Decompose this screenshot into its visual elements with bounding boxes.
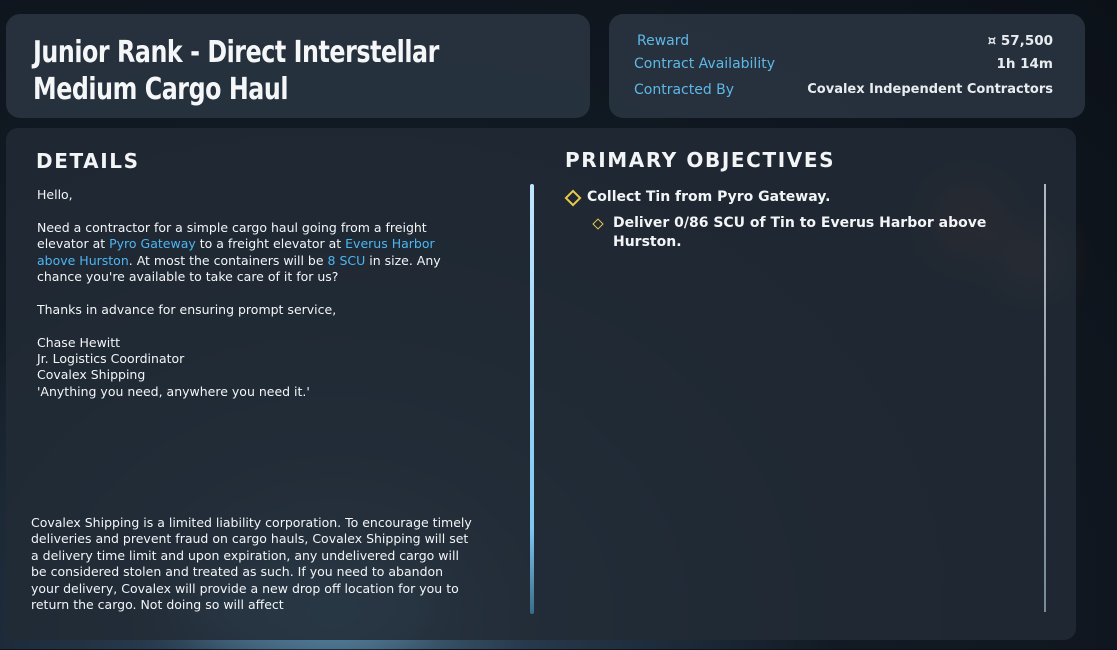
reward-label: Reward (637, 33, 690, 49)
thanks-text: Thanks in advance for ensuring prompt se… (37, 301, 337, 317)
greeting: Hello, (37, 187, 73, 202)
signature-company: Covalex Shipping (37, 367, 146, 383)
origin-link[interactable]: Pyro Gateway (109, 236, 196, 251)
signature-title: Jr. Logistics Coordinator (37, 351, 185, 367)
objective-secondary: Deliver 0/86 SCU of Tin to Everus Harbor… (613, 215, 987, 250)
objectives-heading: PRIMARY OBJECTIVES (565, 148, 836, 172)
contract-info-panel: Reward ¤ 57,500 Contract Availability 1h… (609, 14, 1085, 118)
availability-row: Contract Availability 1h 14m (634, 56, 1053, 78)
contracted-by-row: Contracted By Covalex Independent Contra… (634, 82, 1053, 104)
request-text: to a freight elevator at (195, 236, 346, 252)
contracted-by-label: Contracted By (634, 82, 735, 98)
signature-motto: 'Anything you need, anywhere you need it… (37, 383, 310, 399)
reward-value: ¤ 57,500 (987, 33, 1053, 49)
request-text: . At most the containers will be (128, 252, 328, 268)
availability-label: Contract Availability (634, 56, 775, 72)
reward-row: Reward ¤ 57,500 (634, 33, 1053, 55)
details-body[interactable]: Hello, Need a contractor for a simple ca… (37, 187, 457, 400)
contract-title-panel: Junior Rank - Direct Interstellar Medium… (6, 14, 590, 118)
objectives-scrollbar[interactable] (1044, 184, 1046, 612)
container-size-link[interactable]: 8 SCU (328, 253, 366, 268)
details-heading: DETAILS (36, 149, 140, 173)
availability-value: 1h 14m (996, 56, 1053, 72)
objective-marker-icon (592, 218, 604, 230)
contract-title: Junior Rank - Direct Interstellar Medium… (33, 35, 439, 107)
request-paragraph: Need a contractor for a simple cargo hau… (37, 220, 457, 286)
objective-marker-icon (564, 189, 582, 207)
contracted-by-value: Covalex Independent Contractors (807, 82, 1053, 97)
details-scrollbar[interactable] (530, 184, 534, 614)
objective-primary: Collect Tin from Pyro Gateway. (587, 189, 831, 205)
contract-main-panel: DETAILS Hello, Need a contractor for a s… (6, 128, 1076, 640)
signature-name: Chase Hewitt (37, 334, 121, 350)
disclaimer-text: Covalex Shipping is a limited liability … (31, 515, 472, 613)
